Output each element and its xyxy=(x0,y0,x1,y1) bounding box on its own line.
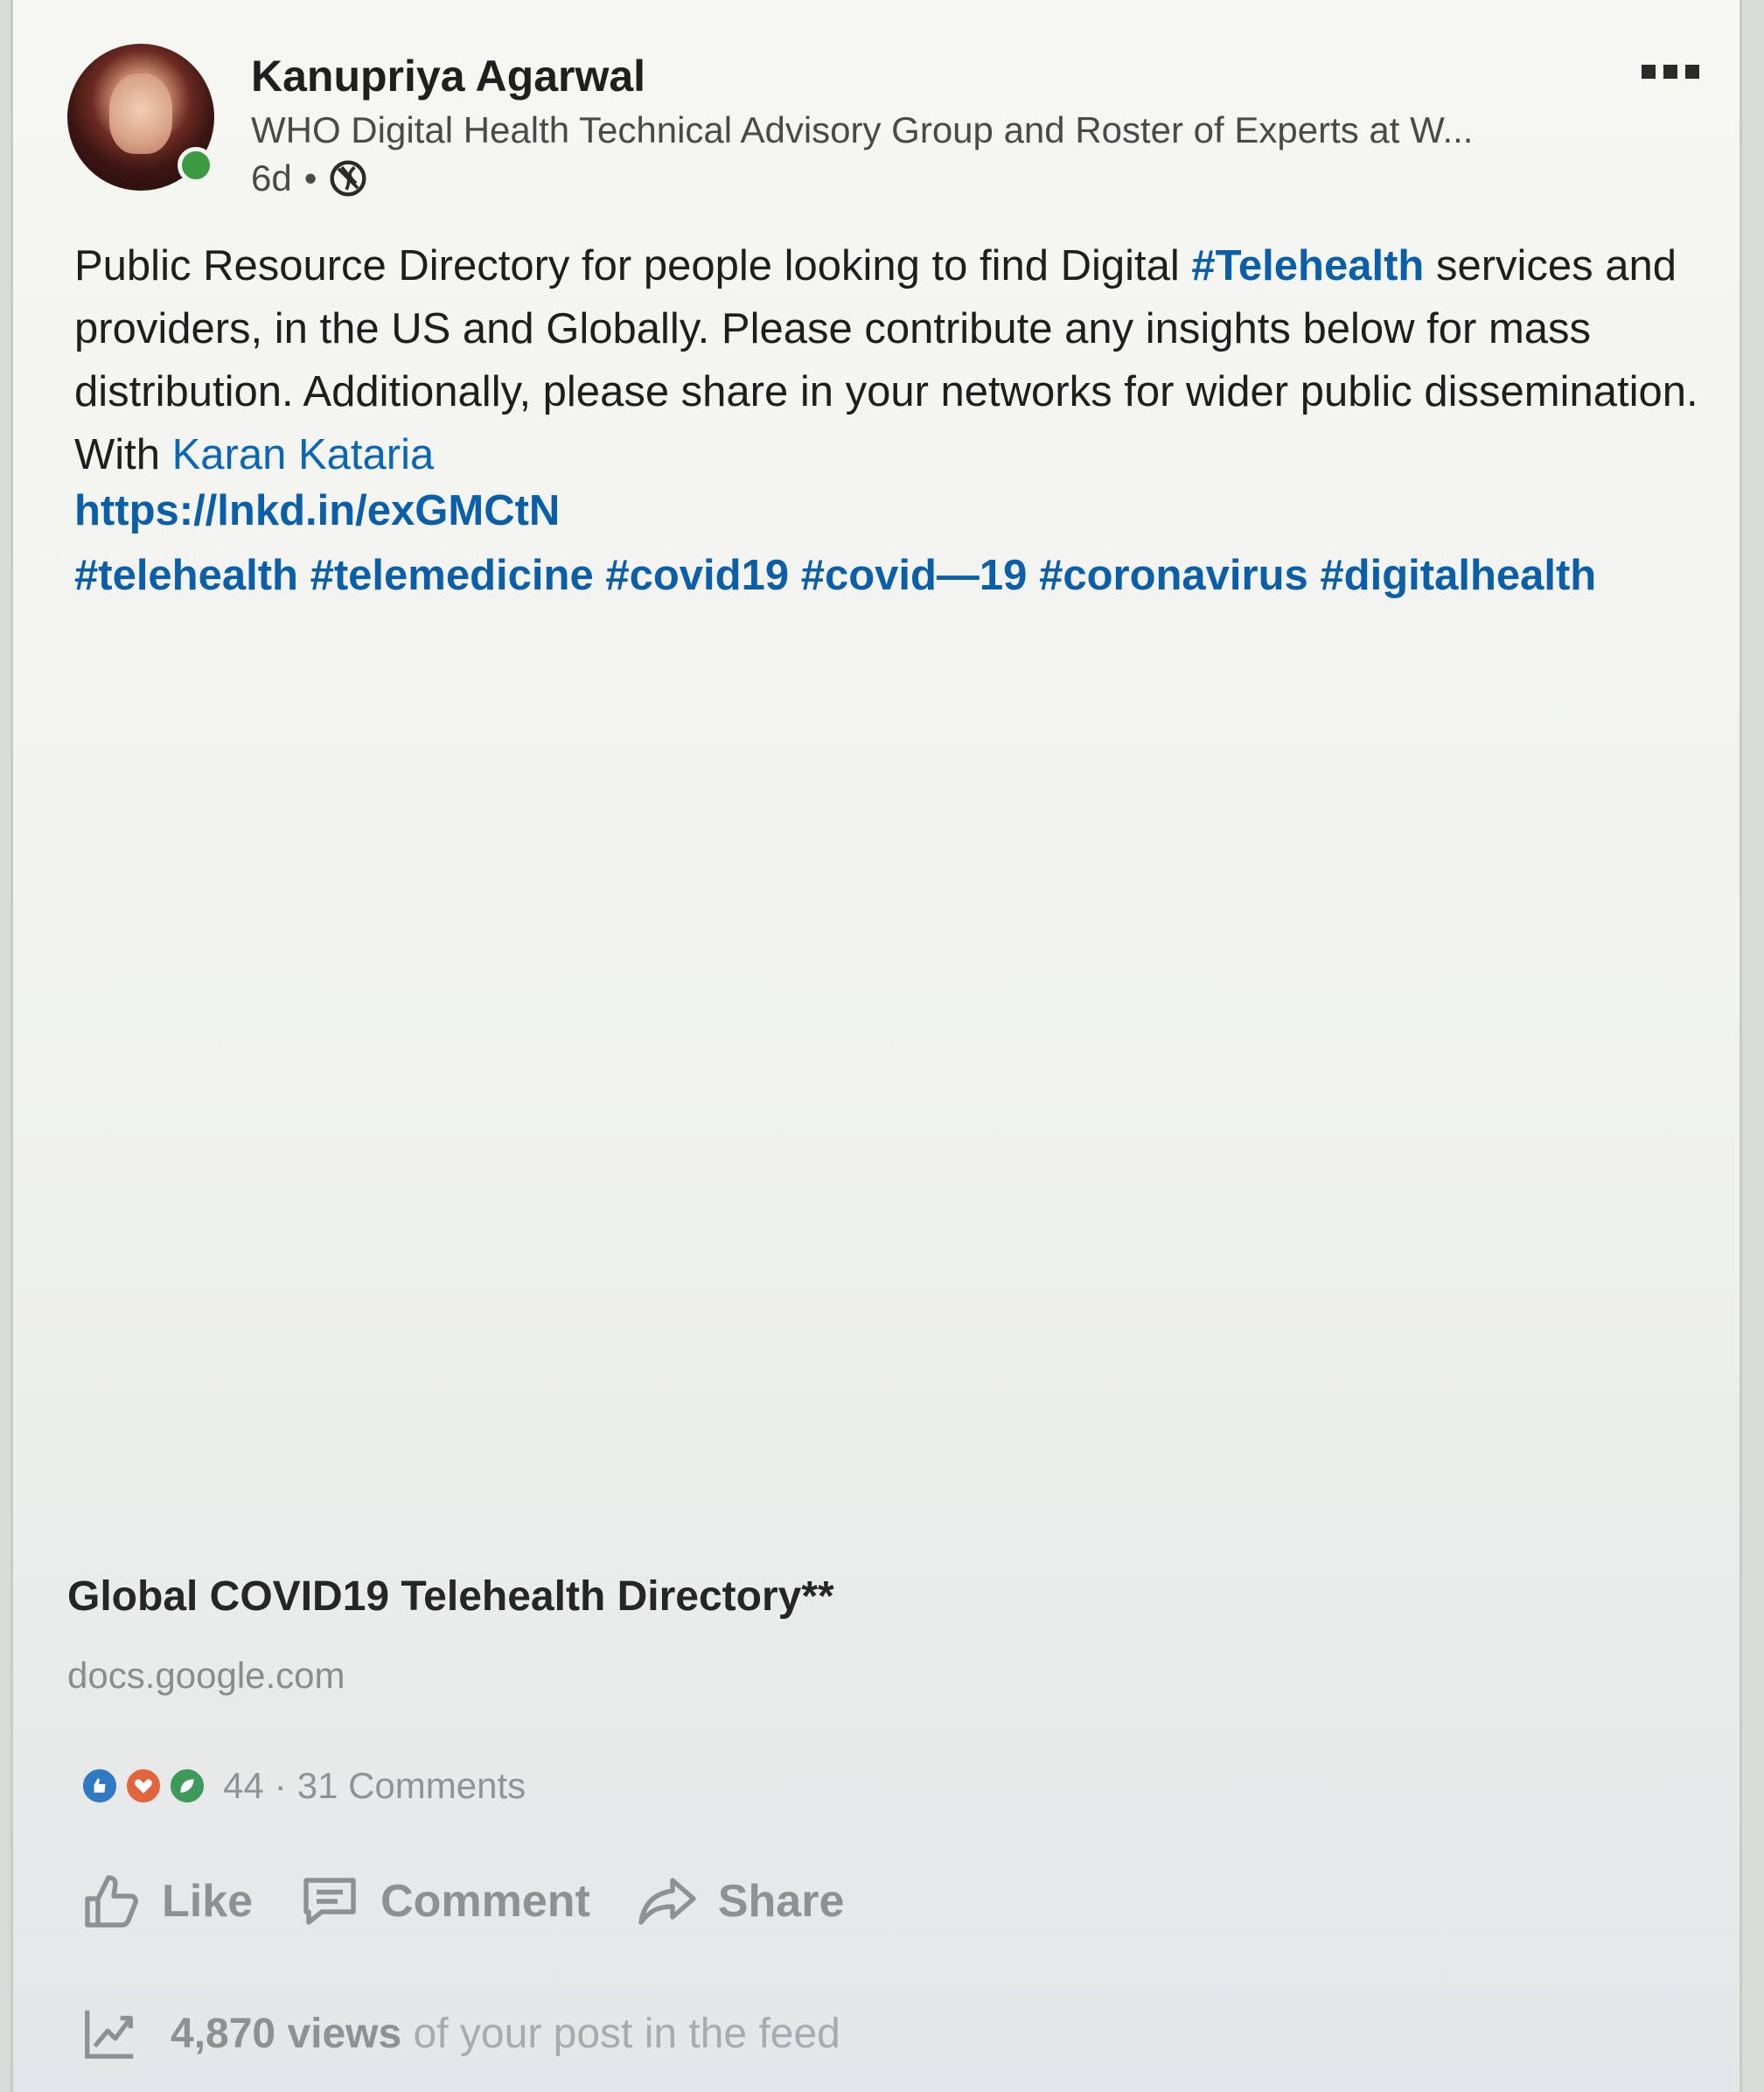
hashtag-telemedicine[interactable]: #telemedicine xyxy=(310,552,594,599)
post-analytics[interactable]: 4,870 views of your post in the feed xyxy=(80,2003,840,2064)
meta-separator: • xyxy=(303,157,317,199)
post-time: 6d xyxy=(251,157,292,199)
views-text: 4,870 views of your post in the feed xyxy=(171,2010,840,2058)
comment-label: Comment xyxy=(380,1876,590,1927)
post-paragraph: Public Resource Directory for people loo… xyxy=(74,234,1736,486)
thumbs-up-icon xyxy=(85,1875,138,1928)
insightful-reaction-icon xyxy=(167,1766,207,1806)
post-meta: 6d • xyxy=(251,157,367,199)
views-count: 4,870 views xyxy=(171,2010,402,2057)
author-avatar[interactable] xyxy=(67,44,214,191)
like-label: Like xyxy=(162,1876,254,1927)
comment-button[interactable]: Comment xyxy=(298,1870,590,1933)
hashtag-coronavirus[interactable]: #coronavirus xyxy=(1039,552,1308,599)
more-options-icon[interactable] xyxy=(1642,65,1699,79)
like-button[interactable]: Like xyxy=(80,1870,253,1933)
hashtag-covid-19[interactable]: #covid—19 xyxy=(801,552,1028,599)
share-button[interactable]: Share xyxy=(636,1870,845,1933)
online-status-indicator xyxy=(178,147,214,184)
post-body: Public Resource Directory for people loo… xyxy=(74,234,1736,486)
analytics-chart-icon xyxy=(85,2010,134,2059)
share-label: Share xyxy=(717,1876,845,1927)
counts-dot: · xyxy=(274,1765,287,1806)
love-reaction-icon xyxy=(123,1766,164,1806)
post-text-segment: Public Resource Directory for people loo… xyxy=(74,242,1192,289)
hashtag-digitalhealth[interactable]: #digitalhealth xyxy=(1320,552,1596,599)
reactions-count[interactable]: 44 xyxy=(223,1765,264,1807)
like-reaction-icon xyxy=(80,1766,120,1806)
share-icon xyxy=(638,1878,696,1925)
avatar-face xyxy=(109,73,172,154)
post-actions-bar: Like Comment Share xyxy=(80,1870,844,1933)
link-preview-image[interactable] xyxy=(13,630,1740,1539)
comment-icon xyxy=(303,1878,356,1925)
link-preview-title[interactable]: Global COVID19 Telehealth Directory** xyxy=(67,1572,834,1621)
views-description: of your post in the feed xyxy=(401,2010,840,2057)
hashtag-covid19[interactable]: #covid19 xyxy=(605,552,789,599)
mention-karan-kataria[interactable]: Karan Kataria xyxy=(172,431,435,478)
hashtag-telehealth[interactable]: #telehealth xyxy=(74,552,298,599)
globe-icon xyxy=(330,160,366,197)
post-link[interactable]: https://lnkd.in/exGMCtN xyxy=(74,486,560,535)
hashtag-telehealth-inline[interactable]: #Telehealth xyxy=(1191,242,1424,289)
author-headline: WHO Digital Health Technical Advisory Gr… xyxy=(251,109,1474,150)
hashtag-list: #telehealth #telemedicine #covid19 #covi… xyxy=(74,551,1596,600)
comments-count[interactable]: 31 Comments xyxy=(297,1765,526,1807)
feed-post-card: Kanupriya Agarwal WHO Digital Health Tec… xyxy=(10,0,1742,2092)
link-preview-domain: docs.google.com xyxy=(67,1655,345,1696)
social-counts[interactable]: 44 · 31 Comments xyxy=(80,1765,526,1807)
author-name[interactable]: Kanupriya Agarwal xyxy=(251,51,645,101)
